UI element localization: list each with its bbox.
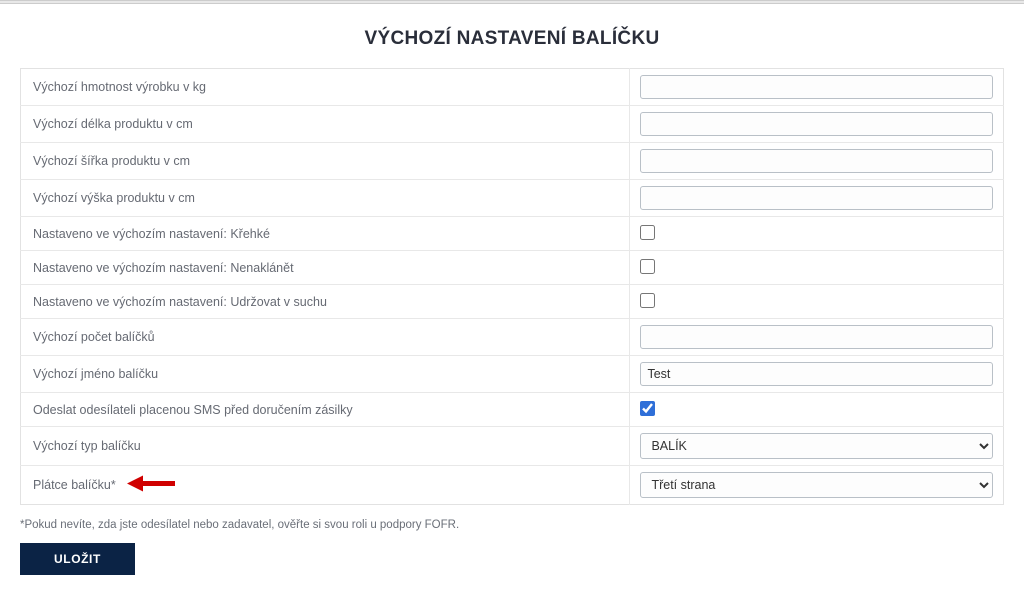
input-default-weight[interactable] — [640, 75, 993, 99]
label-package-payer: Plátce balíčku* — [21, 466, 630, 505]
row-send-sms: Odeslat odesílateli placenou SMS před do… — [21, 393, 1004, 427]
row-package-count: Výchozí počet balíčků — [21, 319, 1004, 356]
save-button[interactable]: ULOŽIT — [20, 543, 135, 575]
row-keep-dry: Nastaveno ve výchozím nastavení: Udržova… — [21, 285, 1004, 319]
input-default-width[interactable] — [640, 149, 993, 173]
row-package-payer: Plátce balíčku* Třetí strana — [21, 466, 1004, 505]
input-package-name[interactable] — [640, 362, 993, 386]
input-package-count[interactable] — [640, 325, 993, 349]
checkbox-keep-dry[interactable] — [640, 293, 655, 308]
label-fragile: Nastaveno ve výchozím nastavení: Křehké — [21, 217, 630, 251]
row-package-name: Výchozí jméno balíčku — [21, 356, 1004, 393]
select-package-payer[interactable]: Třetí strana — [640, 472, 993, 498]
row-default-height: Výchozí výška produktu v cm — [21, 180, 1004, 217]
settings-panel: VÝCHOZÍ NASTAVENÍ BALÍČKU Výchozí hmotno… — [0, 4, 1024, 595]
label-package-count: Výchozí počet balíčků — [21, 319, 630, 356]
settings-table: Výchozí hmotnost výrobku v kg Výchozí dé… — [20, 68, 1004, 505]
row-default-width: Výchozí šířka produktu v cm — [21, 143, 1004, 180]
label-package-name: Výchozí jméno balíčku — [21, 356, 630, 393]
row-default-length: Výchozí délka produktu v cm — [21, 106, 1004, 143]
select-package-type[interactable]: BALÍK — [640, 433, 993, 459]
label-default-weight: Výchozí hmotnost výrobku v kg — [21, 69, 630, 106]
checkbox-no-tilt[interactable] — [640, 259, 655, 274]
checkbox-send-sms[interactable] — [640, 401, 655, 416]
label-package-payer-text: Plátce balíčku* — [33, 478, 116, 492]
row-fragile: Nastaveno ve výchozím nastavení: Křehké — [21, 217, 1004, 251]
footnote: *Pokud nevíte, zda jste odesílatel nebo … — [20, 519, 1004, 531]
label-keep-dry: Nastaveno ve výchozím nastavení: Udržova… — [21, 285, 630, 319]
row-default-weight: Výchozí hmotnost výrobku v kg — [21, 69, 1004, 106]
label-send-sms: Odeslat odesílateli placenou SMS před do… — [21, 393, 630, 427]
input-default-length[interactable] — [640, 112, 993, 136]
label-no-tilt: Nastaveno ve výchozím nastavení: Nenaklá… — [21, 251, 630, 285]
label-default-height: Výchozí výška produktu v cm — [21, 180, 630, 217]
label-default-width: Výchozí šířka produktu v cm — [21, 143, 630, 180]
page-title: VÝCHOZÍ NASTAVENÍ BALÍČKU — [20, 14, 1004, 68]
row-no-tilt: Nastaveno ve výchozím nastavení: Nenaklá… — [21, 251, 1004, 285]
label-package-type: Výchozí typ balíčku — [21, 427, 630, 466]
input-default-height[interactable] — [640, 186, 993, 210]
annotation-arrow-icon — [125, 473, 177, 498]
checkbox-fragile[interactable] — [640, 225, 655, 240]
label-default-length: Výchozí délka produktu v cm — [21, 106, 630, 143]
row-package-type: Výchozí typ balíčku BALÍK — [21, 427, 1004, 466]
